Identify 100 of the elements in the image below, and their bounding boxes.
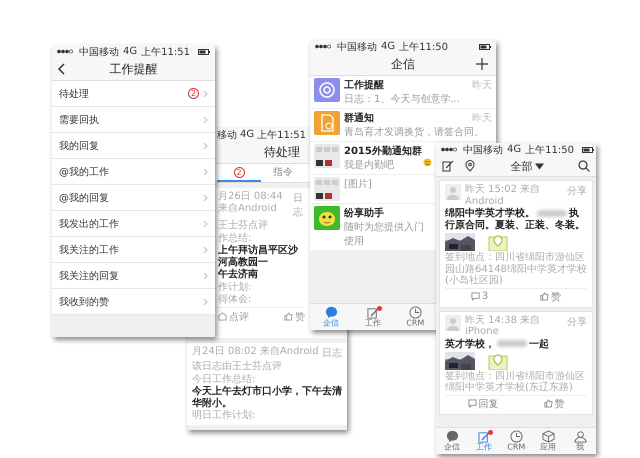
tab[interactable]: 指令	[261, 164, 305, 182]
network-type: 4G	[123, 46, 138, 57]
tab[interactable]: CRM	[394, 304, 436, 330]
comment-icon	[468, 399, 476, 408]
chat-preview: 青岛育才发调换货，请签合同。	[344, 126, 484, 139]
chat-preview: 日志：1、今天与创意学...	[344, 92, 460, 106]
log-text: 上午拜访昌平区沙河高教园一	[218, 245, 299, 268]
status-time: 上午11:51	[141, 46, 190, 58]
group-avatar-icon	[314, 144, 340, 168]
count-badge: 2	[188, 88, 199, 99]
caret-icon	[534, 162, 544, 170]
check-in-location: 签到地点：四川省绵阳市游仙区绵阳中学英才学校(东辽东路)	[445, 370, 586, 394]
chat-item[interactable]: 工作提醒 昨天 日志：1、今天与创意学...	[310, 76, 496, 109]
menu-item[interactable]: 待处理 2	[52, 81, 215, 107]
group-avatar-icon	[314, 177, 340, 201]
search-icon[interactable]	[578, 160, 590, 172]
person-icon	[574, 430, 586, 442]
tab[interactable]: 企信	[310, 304, 352, 330]
carrier-name: 中国移动	[337, 40, 377, 54]
review-note: 王士芬点评	[218, 220, 269, 232]
review-button[interactable]: 点评	[218, 310, 249, 324]
compose-icon[interactable]	[442, 160, 454, 172]
carrier-name: 中国移动	[79, 46, 119, 58]
status-time: 上午11:51	[257, 128, 306, 142]
house-icon	[218, 312, 227, 321]
post-text: 英才学校， 一起	[445, 338, 550, 350]
chat-preview: [图片]	[344, 178, 372, 191]
section-label: 作总结:	[218, 232, 252, 244]
edit-icon	[366, 306, 380, 318]
tab[interactable]: CRM	[500, 428, 532, 454]
clock-icon	[408, 306, 422, 318]
tab[interactable]: 应用	[532, 428, 564, 454]
signal-icon	[315, 44, 333, 49]
count-badge: 2	[234, 166, 244, 178]
log-text: 午去济南	[218, 269, 259, 280]
battery-icon	[198, 48, 210, 54]
carrier-name: 中国移动	[463, 144, 503, 156]
chevron-icon	[203, 194, 208, 202]
back-icon[interactable]	[57, 63, 65, 75]
like-button[interactable]: 赞	[284, 310, 305, 324]
edit-icon	[478, 430, 490, 442]
tab[interactable]: 2	[217, 164, 261, 182]
status-time: 上午11:50	[399, 40, 448, 54]
comment-button[interactable]: 回复	[468, 396, 498, 410]
cube-icon	[542, 430, 554, 442]
check-in-location: 签到地点：四川省绵阳市游仙区园山路64148绵阳中学英才学校(小岛社区园)	[445, 252, 587, 286]
section-label: 今日工作总结:	[192, 374, 256, 385]
chevron-icon	[203, 142, 208, 150]
tab[interactable]: 工作	[468, 428, 500, 454]
carrier-name: 移动	[217, 128, 237, 142]
comment-button[interactable]: 3	[470, 290, 488, 304]
post-tag: 分享	[567, 314, 587, 328]
tab[interactable]: 企信	[436, 428, 468, 454]
chat-name: 纷享助手	[344, 206, 384, 220]
mascot-icon	[314, 206, 340, 230]
log-text: 今天上午去灯市口小学，下午去清华附小。	[192, 386, 342, 409]
at-sign-icon	[314, 78, 340, 102]
chat-item[interactable]: [图片]	[310, 175, 436, 204]
tab[interactable]: 我	[564, 428, 596, 454]
like-button[interactable]: 赞	[540, 290, 562, 304]
chat-item[interactable]: 纷享助手 随时为您提供入门使用	[310, 204, 436, 251]
like-button[interactable]: 赞	[544, 396, 564, 410]
plus-icon[interactable]	[476, 58, 488, 70]
avatar-icon	[445, 184, 461, 200]
chat-item[interactable]: 群通知 昨天 青岛育才发调换货，请签合同。	[310, 109, 496, 142]
network-type: 4G	[507, 144, 522, 155]
avatar-icon	[445, 314, 461, 330]
section-label: 得体会:	[218, 294, 252, 306]
tab[interactable]: 工作	[352, 304, 394, 330]
chat-time: 昨天	[472, 112, 492, 125]
notification-dot	[488, 430, 493, 435]
chat-name: 工作提醒	[344, 78, 384, 92]
post-tag: 分享	[567, 184, 587, 198]
location-pin-icon[interactable]	[464, 160, 476, 172]
notice-icon	[314, 111, 340, 135]
chevron-icon	[203, 272, 208, 280]
post-tag: 日志	[322, 346, 342, 360]
screen-title: 企信	[391, 56, 415, 72]
chat-name: 群通知	[344, 112, 374, 125]
post-text: 绵阳中学英才学校。 执行原合同。夏装、正装、冬装。	[445, 208, 586, 232]
signal-icon	[441, 147, 459, 152]
chat-bubble-icon	[324, 306, 338, 318]
signal-icon	[57, 49, 75, 54]
chevron-icon	[203, 298, 208, 306]
filter-dropdown[interactable]: 全部	[486, 158, 568, 174]
chevron-icon	[203, 246, 208, 254]
battery-icon	[582, 146, 594, 152]
chat-preview: 随时为您提供入门使用	[344, 220, 425, 248]
post-tag: 日志	[293, 191, 305, 219]
status-time: 上午11:50	[525, 144, 574, 156]
menu-item[interactable]: 需要回执	[52, 107, 215, 133]
post-meta: 昨天 14:38 来自iPhone	[465, 314, 542, 338]
comment-icon	[470, 292, 480, 301]
network-type: 4G	[381, 41, 396, 52]
chat-item[interactable]: 2015外勤通知群 我是内勤吧	[310, 142, 436, 175]
notification-dot	[377, 306, 382, 311]
chat-name: 2015外勤通知群	[344, 144, 422, 158]
thumbs-up-icon	[544, 399, 552, 408]
post-meta: 月24日 08:02 来自Android	[192, 346, 319, 359]
chevron-icon	[203, 220, 208, 228]
